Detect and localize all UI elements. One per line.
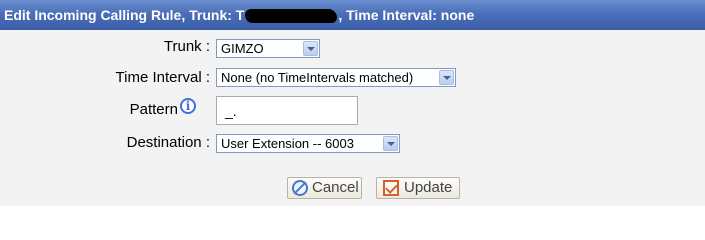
pattern-value: _. xyxy=(225,103,237,119)
title-suffix: , Time Interval: none xyxy=(338,7,475,23)
destination-label: Destination : xyxy=(126,134,210,151)
trunk-label: Trunk : xyxy=(163,38,210,55)
time-interval-value: None (no TimeIntervals matched) xyxy=(221,70,414,85)
update-label: Update xyxy=(404,179,453,196)
title-prefix: Edit Incoming Calling Rule, Trunk: T xyxy=(4,7,245,23)
cancel-icon xyxy=(292,180,308,196)
rule-form: Trunk : GIMZO Time Interval : None (no T… xyxy=(0,30,705,206)
chevron-down-icon xyxy=(383,136,398,151)
redacted-trunk-name xyxy=(245,8,338,23)
pattern-input[interactable]: _. xyxy=(216,96,358,125)
update-button[interactable]: Update xyxy=(376,177,460,199)
destination-value: User Extension -- 6003 xyxy=(221,136,354,151)
trunk-select[interactable]: GIMZO xyxy=(216,39,320,58)
checkbox-icon xyxy=(383,180,399,196)
pattern-label: Pattern xyxy=(129,101,178,118)
trunk-value: GIMZO xyxy=(221,41,264,56)
destination-select[interactable]: User Extension -- 6003 xyxy=(216,134,400,153)
chevron-down-icon xyxy=(303,41,318,56)
cancel-button[interactable]: Cancel xyxy=(287,177,362,199)
time-interval-label: Time Interval : xyxy=(115,69,210,86)
cancel-label: Cancel xyxy=(312,179,359,196)
dialog-title: Edit Incoming Calling Rule, Trunk: T , Ti… xyxy=(0,0,705,30)
time-interval-select[interactable]: None (no TimeIntervals matched) xyxy=(216,68,456,87)
info-icon[interactable]: i xyxy=(180,98,196,114)
chevron-down-icon xyxy=(439,70,454,85)
